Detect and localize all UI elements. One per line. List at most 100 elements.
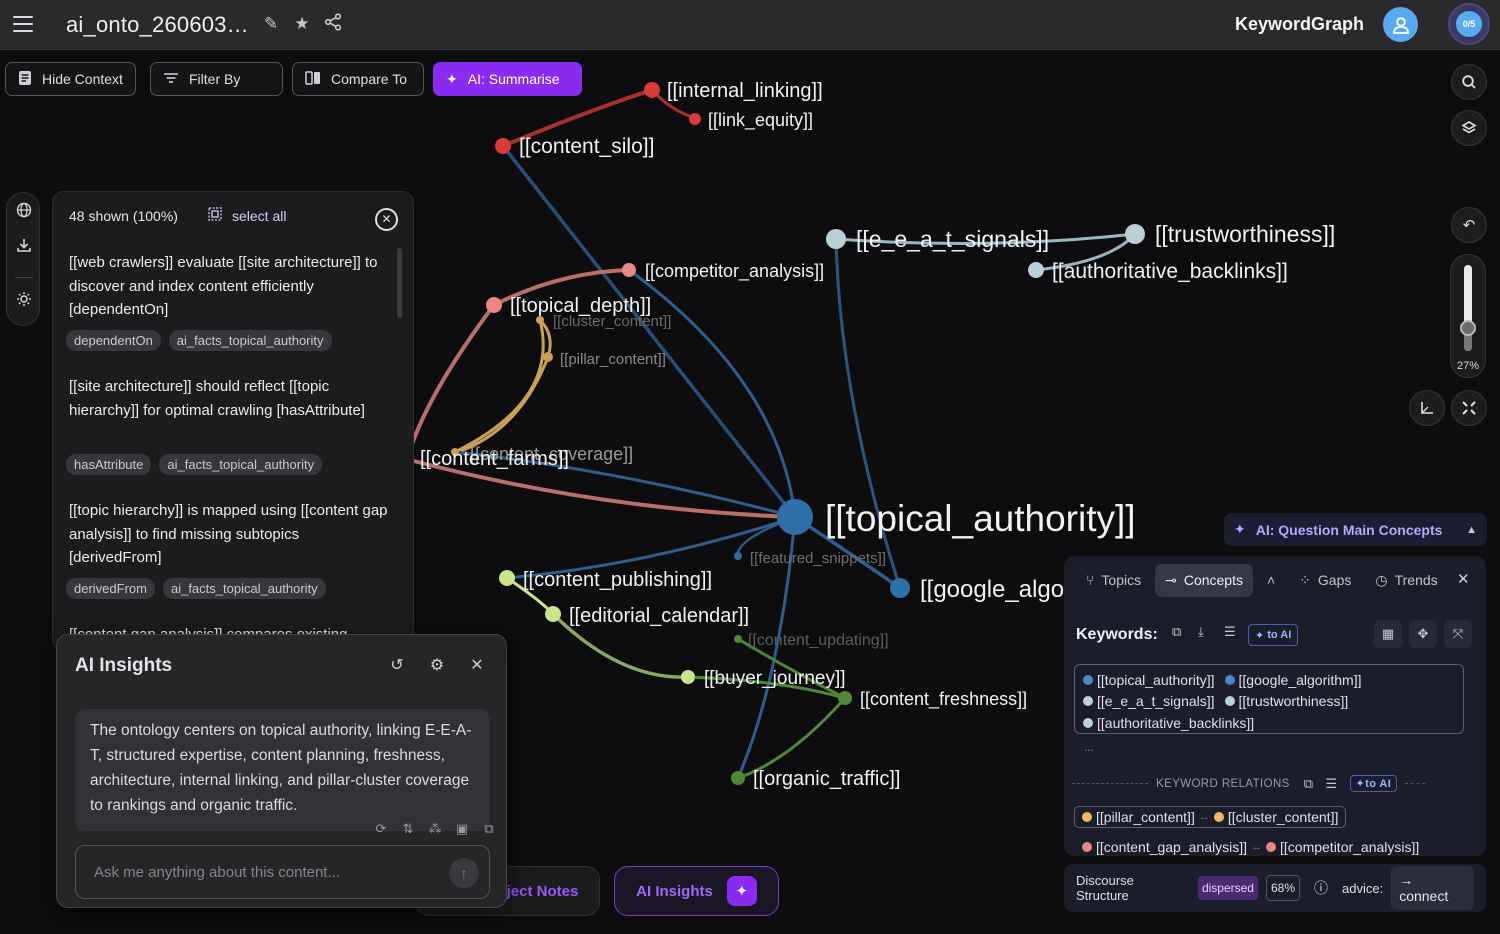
label-authoritative-backlinks[interactable]: [[authoritative_backlinks]] [1052,260,1288,283]
relation-tag[interactable]: hasAttribute [66,454,152,475]
label-topical-authority[interactable]: [[topical_authority]] [825,498,1136,539]
zoom-slider[interactable]: 27% [1450,254,1486,378]
keywords-to-ai-button[interactable]: ✦ to AI [1248,624,1299,646]
statement-text[interactable]: [[site architecture]] should reflect [[t… [69,375,389,422]
node-internal-linking[interactable] [644,82,660,98]
relation-tag[interactable]: dependentOn [66,330,161,351]
source-tag[interactable]: ai_facts_topical_authority [168,330,332,351]
close-icon[interactable]: ✕ [375,208,398,231]
discourse-state-badge[interactable]: dispersed [1197,876,1258,900]
node-organic-traffic[interactable] [731,771,745,785]
label-content-silo[interactable]: [[content_silo]] [519,135,654,158]
label-internal-linking[interactable]: [[internal_linking]] [667,80,823,102]
filter-by-button[interactable]: Filter By [150,62,283,96]
list-icon[interactable]: ☰ [1325,776,1337,792]
tab-gaps[interactable]: ⁘ Gaps [1289,564,1361,597]
sun-icon[interactable] [12,291,36,315]
copy-icon[interactable]: ⧉ [479,819,499,839]
menu-icon[interactable] [8,9,38,39]
node-topical-authority[interactable] [777,499,813,535]
node-authoritative-backlinks[interactable] [1028,262,1044,278]
graph-title[interactable]: ai_onto_260603… [66,12,249,38]
node-content-publishing[interactable] [499,570,515,586]
globe-icon[interactable] [12,202,36,226]
keyword-chip[interactable]: [[trustworthiness]] [1224,693,1348,709]
node-pillar-content[interactable] [543,352,553,362]
tab-trends[interactable]: ◷ Trends [1365,564,1447,597]
graph-icon[interactable]: ⁂ [425,819,445,839]
user-avatar-icon[interactable] [1383,7,1418,42]
relations-to-ai-button[interactable]: ✦to AI [1349,775,1398,792]
label-google-algorithm[interactable]: [[google_algo [920,576,1064,603]
copy-icon[interactable]: ⧉ [1304,776,1314,792]
history-icon[interactable]: ↺ [386,655,408,677]
label-competitor-analysis[interactable]: [[competitor_analysis]] [645,261,824,282]
layers-icon[interactable] [1451,110,1487,146]
zoom-handle[interactable] [1460,319,1476,336]
ai-insights-tab[interactable]: AI Insights ✦ [614,866,779,916]
label-buyer-journey[interactable]: [[buyer_journey]] [704,668,846,689]
list-icon[interactable]: ☰ [1224,624,1236,640]
close-icon[interactable]: ✕ [466,655,488,677]
connect-advice-button[interactable]: → connect [1391,866,1474,910]
source-tag[interactable]: ai_facts_topical_authority [159,454,323,475]
label-content-publishing[interactable]: [[content_publishing]] [523,569,712,591]
info-icon[interactable]: ⓘ [1314,878,1328,898]
keyword-chip[interactable]: [[e_e_a_t_signals]] [1083,693,1215,709]
label-content-freshness[interactable]: [[content_freshness]] [860,689,1027,710]
node-competitor-analysis[interactable] [622,263,636,277]
axes-icon[interactable] [1409,390,1445,426]
send-arrow-icon[interactable]: ↑ [449,858,479,888]
keyword-chip[interactable]: [[authoritative_backlinks]] [1083,715,1254,731]
label-content-farms[interactable]: [[content_farms]] [420,448,569,470]
relation-row[interactable]: [[content_gap_analysis]] ↔ [[competitor_… [1082,839,1419,855]
edit-pencil-icon[interactable]: ✎ [260,13,282,35]
statement-text[interactable]: [[topic hierarchy]] is mapped using [[co… [69,499,389,570]
statement-text[interactable]: [[web crawlers]] evaluate [[site archite… [69,251,389,322]
tab-concepts[interactable]: ⊸ Concepts [1155,563,1253,597]
node-content-silo[interactable] [495,138,511,154]
keyword-chip[interactable]: [[topical_authority]] [1083,672,1215,688]
collapse-toggle[interactable]: ˄ [1257,564,1285,596]
tab-topics[interactable]: ⑂ Topics [1076,564,1151,596]
close-icon[interactable]: ✕ [1457,570,1470,588]
node-topical-depth[interactable] [486,297,502,313]
share-icon[interactable] [322,13,344,35]
node-featured-snippets[interactable] [734,552,742,560]
node-editorial-calendar[interactable] [545,606,561,622]
label-trustworthiness[interactable]: [[trustworthiness]] [1155,221,1335,247]
download-icon[interactable]: ⤓ [1198,624,1204,640]
node-content-updating[interactable] [734,635,742,643]
settings-gear-icon[interactable]: ⚙ [426,655,448,677]
label-content-updating[interactable]: [[content_updating]] [748,632,889,649]
search-icon[interactable] [1451,64,1487,100]
ask-input[interactable] [75,845,490,899]
label-organic-traffic[interactable]: [[organic_traffic]] [753,768,900,790]
undo-icon[interactable]: ↶ [1451,207,1487,243]
source-tag[interactable]: ai_facts_topical_authority [162,578,326,599]
scrollbar[interactable] [397,248,402,318]
ai-summarise-button[interactable]: ✦ AI: Summarise [433,62,582,96]
move-icon[interactable]: ✥ [1409,620,1437,648]
star-icon[interactable]: ★ [291,13,313,35]
refresh-icon[interactable]: ⟳ [371,819,391,839]
question-main-concepts-button[interactable]: ✦ AI: Question Main Concepts ▲ [1224,513,1487,546]
node-google-algorithm[interactable] [890,578,910,598]
collapse-icon[interactable]: ⤧ [1444,620,1472,648]
keyword-chip[interactable]: [[google_algorithm]] [1224,672,1361,688]
node-cluster-content[interactable] [536,316,544,324]
label-link-equity[interactable]: [[link_equity]] [708,110,813,131]
hide-context-button[interactable]: Hide Context [5,62,136,96]
sort-icon[interactable]: ⇅ [398,819,418,839]
relation-row[interactable]: [[pillar_content]] ↔ [[cluster_content]] [1074,806,1347,828]
select-all-button[interactable]: select all [208,207,286,224]
relation-tag[interactable]: derivedFrom [66,578,155,599]
download-icon[interactable] [12,237,36,261]
table-icon[interactable]: ▦ [1374,620,1402,648]
label-cluster-content[interactable]: [[cluster_content]] [553,313,671,330]
zoom-rail[interactable] [1464,265,1472,351]
compare-to-button[interactable]: Compare To [292,62,424,96]
label-eat-signals[interactable]: [[e_e_a_t_signals]] [856,226,1049,252]
copy-icon[interactable]: ⧉ [1172,624,1181,640]
node-trustworthiness[interactable] [1125,224,1145,244]
